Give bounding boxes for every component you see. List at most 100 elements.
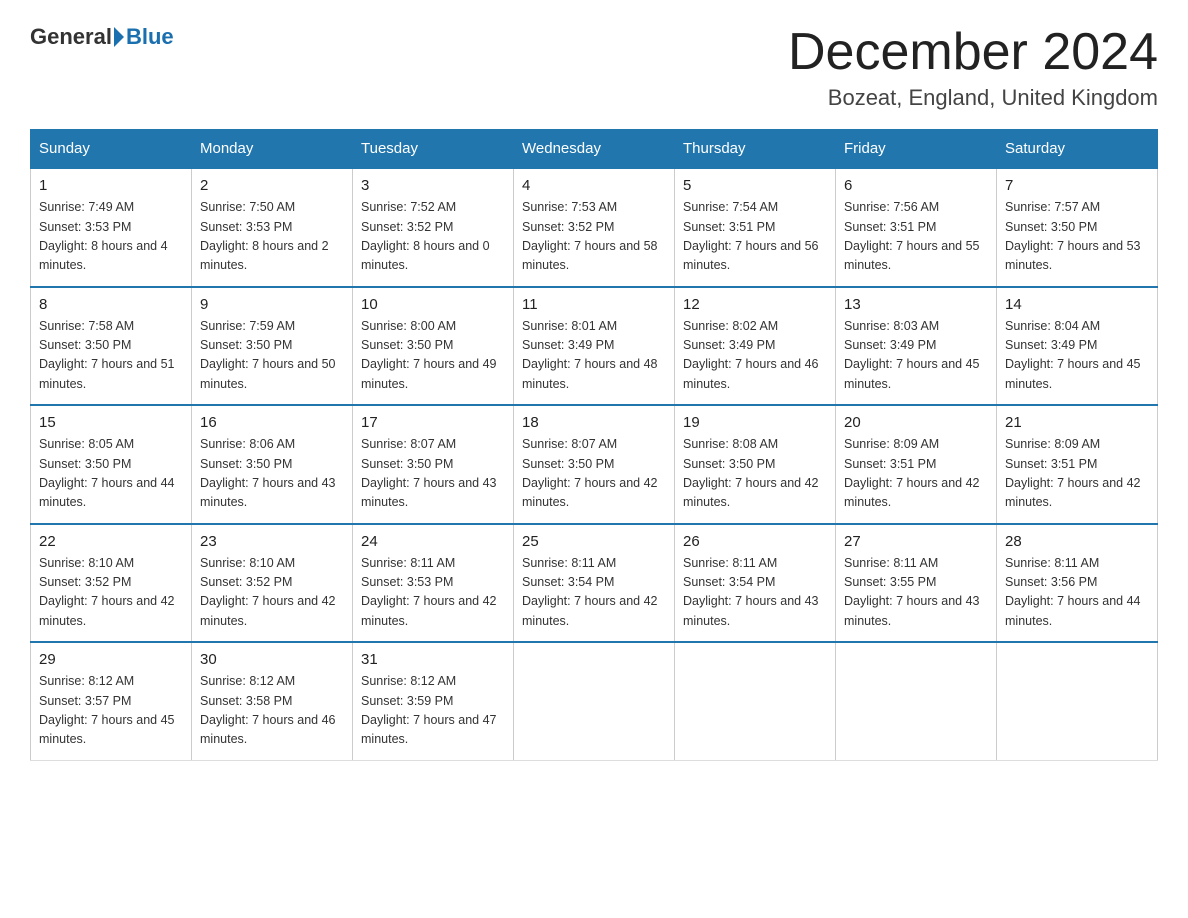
day-number: 4 [522, 177, 666, 194]
calendar-cell: 13 Sunrise: 8:03 AMSunset: 3:49 PMDayligh… [836, 287, 997, 406]
week-row-5: 29 Sunrise: 8:12 AMSunset: 3:57 PMDayligh… [31, 642, 1158, 760]
day-number: 9 [200, 296, 344, 313]
day-number: 10 [361, 296, 505, 313]
day-number: 23 [200, 533, 344, 550]
day-info: Sunrise: 8:09 AMSunset: 3:51 PMDaylight:… [844, 435, 988, 513]
calendar-cell: 14 Sunrise: 8:04 AMSunset: 3:49 PMDayligh… [997, 287, 1158, 406]
calendar-cell: 24Sunrise: 8:11 AMSunset: 3:53 PMDayligh… [353, 524, 514, 643]
day-number: 27 [844, 533, 988, 550]
day-info: Sunrise: 8:11 AMSunset: 3:55 PMDaylight:… [844, 554, 988, 632]
calendar-cell: 15 Sunrise: 8:05 AMSunset: 3:50 PMDayligh… [31, 405, 192, 524]
month-title: December 2024 [788, 24, 1158, 81]
calendar-cell: 3Sunrise: 7:52 AMSunset: 3:52 PMDaylight… [353, 168, 514, 287]
day-info: Sunrise: 8:10 AMSunset: 3:52 PMDaylight:… [200, 554, 344, 632]
calendar-cell: 26Sunrise: 8:11 AMSunset: 3:54 PMDayligh… [675, 524, 836, 643]
day-number: 31 [361, 651, 505, 668]
calendar-cell [836, 642, 997, 760]
calendar-cell: 30Sunrise: 8:12 AMSunset: 3:58 PMDayligh… [192, 642, 353, 760]
day-number: 11 [522, 296, 666, 313]
column-header-saturday: Saturday [997, 130, 1158, 169]
day-info: Sunrise: 8:07 AMSunset: 3:50 PMDaylight:… [522, 435, 666, 513]
day-info: Sunrise: 8:12 AMSunset: 3:57 PMDaylight:… [39, 672, 183, 750]
calendar-cell: 1 Sunrise: 7:49 AMSunset: 3:53 PMDaylight… [31, 168, 192, 287]
title-area: December 2024 Bozeat, England, United Ki… [788, 24, 1158, 111]
day-number: 5 [683, 177, 827, 194]
calendar-cell: 20 Sunrise: 8:09 AMSunset: 3:51 PMDayligh… [836, 405, 997, 524]
day-number: 20 [844, 414, 988, 431]
day-number: 22 [39, 533, 183, 550]
day-info: Sunrise: 7:56 AMSunset: 3:51 PMDaylight:… [844, 198, 988, 276]
day-info: Sunrise: 8:03 AMSunset: 3:49 PMDaylight:… [844, 317, 988, 395]
calendar-header-row: SundayMondayTuesdayWednesdayThursdayFrid… [31, 130, 1158, 169]
day-number: 21 [1005, 414, 1149, 431]
day-number: 6 [844, 177, 988, 194]
column-header-thursday: Thursday [675, 130, 836, 169]
calendar-cell [997, 642, 1158, 760]
day-info: Sunrise: 8:11 AMSunset: 3:54 PMDaylight:… [683, 554, 827, 632]
day-info: Sunrise: 8:01 AMSunset: 3:49 PMDaylight:… [522, 317, 666, 395]
page-header: General Blue December 2024 Bozeat, Engla… [30, 24, 1158, 111]
logo-general-text: General [30, 24, 112, 50]
calendar-cell [514, 642, 675, 760]
column-header-monday: Monday [192, 130, 353, 169]
column-header-friday: Friday [836, 130, 997, 169]
calendar-cell: 10 Sunrise: 8:00 AMSunset: 3:50 PMDayligh… [353, 287, 514, 406]
week-row-3: 15 Sunrise: 8:05 AMSunset: 3:50 PMDayligh… [31, 405, 1158, 524]
day-info: Sunrise: 8:06 AMSunset: 3:50 PMDaylight:… [200, 435, 344, 513]
week-row-1: 1 Sunrise: 7:49 AMSunset: 3:53 PMDaylight… [31, 168, 1158, 287]
day-info: Sunrise: 8:05 AMSunset: 3:50 PMDaylight:… [39, 435, 183, 513]
day-info: Sunrise: 8:11 AMSunset: 3:56 PMDaylight:… [1005, 554, 1149, 632]
calendar-cell: 12 Sunrise: 8:02 AMSunset: 3:49 PMDayligh… [675, 287, 836, 406]
calendar-cell: 17Sunrise: 8:07 AMSunset: 3:50 PMDayligh… [353, 405, 514, 524]
day-number: 18 [522, 414, 666, 431]
logo-arrow-icon [114, 27, 124, 47]
calendar-cell: 18 Sunrise: 8:07 AMSunset: 3:50 PMDayligh… [514, 405, 675, 524]
week-row-2: 8Sunrise: 7:58 AMSunset: 3:50 PMDaylight… [31, 287, 1158, 406]
day-info: Sunrise: 8:11 AMSunset: 3:54 PMDaylight:… [522, 554, 666, 632]
day-number: 7 [1005, 177, 1149, 194]
day-info: Sunrise: 8:12 AMSunset: 3:59 PMDaylight:… [361, 672, 505, 750]
calendar-table: SundayMondayTuesdayWednesdayThursdayFrid… [30, 129, 1158, 761]
calendar-cell: 22Sunrise: 8:10 AMSunset: 3:52 PMDayligh… [31, 524, 192, 643]
day-number: 12 [683, 296, 827, 313]
day-number: 28 [1005, 533, 1149, 550]
calendar-cell: 7 Sunrise: 7:57 AMSunset: 3:50 PMDaylight… [997, 168, 1158, 287]
day-number: 3 [361, 177, 505, 194]
logo-blue-text: Blue [126, 24, 174, 50]
day-number: 2 [200, 177, 344, 194]
calendar-cell: 27 Sunrise: 8:11 AMSunset: 3:55 PMDayligh… [836, 524, 997, 643]
column-header-sunday: Sunday [31, 130, 192, 169]
calendar-cell: 31 Sunrise: 8:12 AMSunset: 3:59 PMDayligh… [353, 642, 514, 760]
calendar-cell [675, 642, 836, 760]
day-number: 13 [844, 296, 988, 313]
day-info: Sunrise: 7:49 AMSunset: 3:53 PMDaylight:… [39, 198, 183, 276]
day-number: 29 [39, 651, 183, 668]
calendar-cell: 19Sunrise: 8:08 AMSunset: 3:50 PMDayligh… [675, 405, 836, 524]
calendar-cell: 4 Sunrise: 7:53 AMSunset: 3:52 PMDaylight… [514, 168, 675, 287]
day-number: 24 [361, 533, 505, 550]
day-number: 14 [1005, 296, 1149, 313]
calendar-cell: 28 Sunrise: 8:11 AMSunset: 3:56 PMDayligh… [997, 524, 1158, 643]
day-number: 8 [39, 296, 183, 313]
day-info: Sunrise: 8:00 AMSunset: 3:50 PMDaylight:… [361, 317, 505, 395]
calendar-cell: 16 Sunrise: 8:06 AMSunset: 3:50 PMDayligh… [192, 405, 353, 524]
day-info: Sunrise: 8:09 AMSunset: 3:51 PMDaylight:… [1005, 435, 1149, 513]
day-info: Sunrise: 8:12 AMSunset: 3:58 PMDaylight:… [200, 672, 344, 750]
day-info: Sunrise: 8:04 AMSunset: 3:49 PMDaylight:… [1005, 317, 1149, 395]
week-row-4: 22 Sunrise: 8:10 AMSunset: 3:52 PMDayligh… [31, 524, 1158, 643]
column-header-wednesday: Wednesday [514, 130, 675, 169]
location: Bozeat, England, United Kingdom [788, 85, 1158, 111]
calendar-cell: 5Sunrise: 7:54 AMSunset: 3:51 PMDaylight… [675, 168, 836, 287]
calendar-cell: 6 Sunrise: 7:56 AMSunset: 3:51 PMDaylight… [836, 168, 997, 287]
day-number: 17 [361, 414, 505, 431]
day-number: 15 [39, 414, 183, 431]
calendar-cell: 21 Sunrise: 8:09 AMSunset: 3:51 PMDayligh… [997, 405, 1158, 524]
day-number: 1 [39, 177, 183, 194]
calendar-cell: 29 Sunrise: 8:12 AMSunset: 3:57 PMDayligh… [31, 642, 192, 760]
logo: General Blue [30, 24, 174, 50]
day-info: Sunrise: 8:02 AMSunset: 3:49 PMDaylight:… [683, 317, 827, 395]
day-info: Sunrise: 7:53 AMSunset: 3:52 PMDaylight:… [522, 198, 666, 276]
day-info: Sunrise: 7:57 AMSunset: 3:50 PMDaylight:… [1005, 198, 1149, 276]
calendar-cell: 11 Sunrise: 8:01 AMSunset: 3:49 PMDayligh… [514, 287, 675, 406]
day-number: 16 [200, 414, 344, 431]
